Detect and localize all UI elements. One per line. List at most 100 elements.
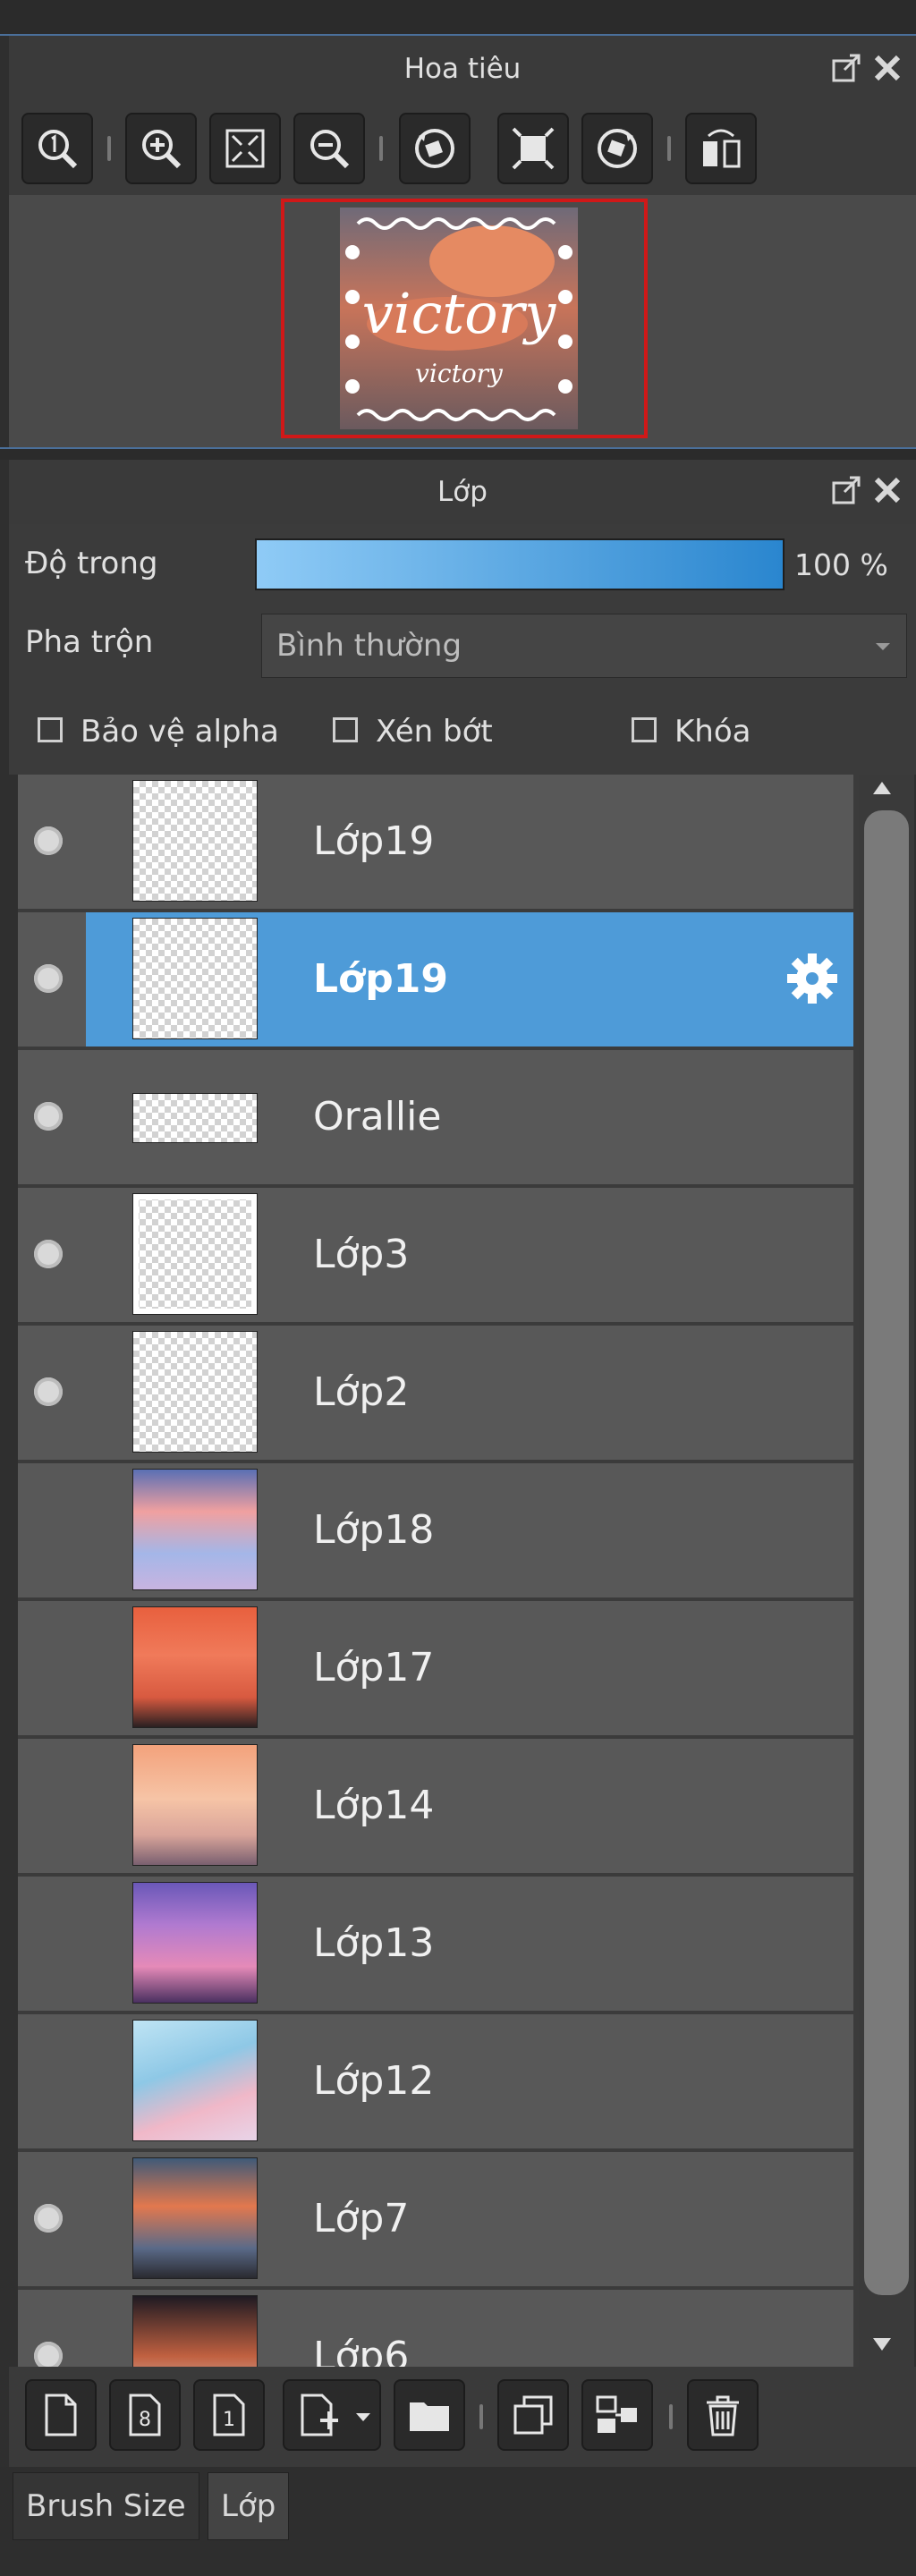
- visibility-eye-icon[interactable]: [34, 2204, 63, 2233]
- zoom-actual-button[interactable]: [21, 113, 93, 184]
- checkbox-box[interactable]: [333, 717, 358, 742]
- delete-layer-button[interactable]: [687, 2379, 759, 2451]
- merge-down-icon: [596, 2395, 637, 2433]
- layer-row[interactable]: Lớp12: [18, 2014, 853, 2150]
- rotate-left-icon: [415, 129, 454, 168]
- new-8bit-layer-button[interactable]: 8: [109, 2379, 181, 2451]
- layer-name: Lớp18: [313, 1507, 435, 1553]
- canvas-title-text: victory: [362, 281, 556, 346]
- layer-thumbnail: [132, 1882, 258, 2004]
- navigator-header: Hoa tiêu: [9, 36, 916, 103]
- layer-thumbnail: [132, 2295, 258, 2367]
- fit-window-button[interactable]: [209, 113, 281, 184]
- zoom-in-button[interactable]: [125, 113, 197, 184]
- layer-name: Lớp7: [313, 2196, 410, 2241]
- close-panel-icon[interactable]: [869, 472, 905, 508]
- zoom-out-button[interactable]: [293, 113, 365, 184]
- layer-thumbnail: [132, 1331, 258, 1453]
- layer-name: Lớp12: [313, 2058, 435, 2104]
- toolbar-separator: [379, 136, 383, 161]
- new-layer-button[interactable]: [25, 2379, 97, 2451]
- blend-mode-value: Bình thường: [276, 628, 462, 664]
- layer-row[interactable]: Lớp3: [18, 1188, 853, 1324]
- visibility-eye-icon[interactable]: [34, 964, 63, 993]
- layer-thumbnail: [132, 1193, 258, 1315]
- scroll-up-arrow-icon[interactable]: [873, 782, 891, 794]
- chevron-down-icon: [876, 643, 890, 650]
- checkbox-box[interactable]: [38, 717, 63, 742]
- new-page-icon: [45, 2394, 77, 2436]
- opacity-label: Độ trong: [25, 546, 158, 581]
- layer-panel-header: Lớp: [9, 460, 916, 524]
- zoom-out-icon: [310, 130, 350, 169]
- layer-thumbnail: [132, 780, 258, 902]
- layer-settings-gear-icon[interactable]: [784, 950, 841, 1007]
- fit-window-icon: [225, 129, 265, 168]
- layer-row[interactable]: Lớp7: [18, 2152, 853, 2288]
- toolbar-separator: [479, 2404, 483, 2429]
- float-panel-icon[interactable]: [828, 50, 864, 86]
- new-folder-button[interactable]: [394, 2379, 465, 2451]
- layer-row[interactable]: Lớp13: [18, 1877, 853, 2012]
- add-layer-menu-button[interactable]: [283, 2379, 381, 2451]
- rotate-left-button[interactable]: [399, 113, 471, 184]
- flip-horizontal-icon: [703, 129, 741, 168]
- layer-row-selected[interactable]: Lớp19: [18, 912, 853, 1048]
- canvas-subtitle-text: victory: [415, 359, 504, 388]
- layer-thumbnail: [132, 1606, 258, 1728]
- toolbar-separator: [669, 2404, 673, 2429]
- layer-row[interactable]: Lớp18: [18, 1463, 853, 1599]
- protect-alpha-label: Bảo vệ alpha: [81, 714, 279, 750]
- 8bit-layer-icon: 8: [129, 2394, 161, 2436]
- canvas-thumbnail: victory victory: [340, 208, 578, 429]
- rotate-right-icon: [598, 129, 637, 168]
- scroll-down-arrow-icon[interactable]: [873, 2338, 891, 2351]
- layer-thumbnail: [132, 1093, 258, 1143]
- layer-controls: Độ trong 100 % Pha trộn Bình thường Bảo …: [9, 524, 916, 775]
- new-1bit-layer-button[interactable]: 1: [193, 2379, 265, 2451]
- layer-row[interactable]: Lớp19: [18, 775, 853, 911]
- layer-name: Lớp19: [313, 818, 435, 864]
- tab-brush-size[interactable]: Brush Size: [13, 2472, 199, 2540]
- zoom-actual-icon: [38, 130, 78, 169]
- layer-row[interactable]: Orallie: [18, 1050, 853, 1186]
- visibility-eye-icon[interactable]: [34, 826, 63, 855]
- layer-row[interactable]: Lớp14: [18, 1739, 853, 1875]
- layer-list: Lớp19 Lớp19 Orallie Lớp3 Lớp2 Lớp18 Lớp1…: [18, 775, 912, 2367]
- tab-layer[interactable]: Lớp: [208, 2472, 290, 2540]
- merge-down-button[interactable]: [581, 2379, 653, 2451]
- svg-text:8: 8: [139, 2409, 151, 2431]
- rotate-right-button[interactable]: [581, 113, 653, 184]
- navigator-toolbar: [9, 102, 916, 195]
- layer-thumbnail: [132, 1744, 258, 1866]
- reset-view-icon: [512, 127, 555, 170]
- visibility-eye-icon[interactable]: [34, 1377, 63, 1406]
- close-panel-icon[interactable]: [869, 50, 905, 86]
- visibility-eye-icon[interactable]: [34, 2342, 63, 2367]
- reset-view-button[interactable]: [497, 113, 569, 184]
- duplicate-layer-button[interactable]: [497, 2379, 569, 2451]
- toolbar-separator: [667, 136, 671, 161]
- opacity-slider[interactable]: [255, 538, 785, 590]
- float-panel-icon[interactable]: [828, 472, 864, 508]
- layer-list-scrollbar[interactable]: [859, 775, 914, 2367]
- layer-thumbnail: [132, 2157, 258, 2279]
- scrollbar-thumb[interactable]: [864, 810, 909, 2295]
- chevron-down-icon: [356, 2413, 370, 2421]
- layer-row[interactable]: Lớp17: [18, 1601, 853, 1737]
- visibility-eye-icon[interactable]: [34, 1102, 63, 1131]
- blend-mode-select[interactable]: Bình thường: [261, 614, 907, 678]
- svg-text:1: 1: [223, 2409, 235, 2431]
- navigator-view-rectangle[interactable]: victory victory: [281, 199, 648, 438]
- folder-icon: [410, 2402, 449, 2431]
- checkbox-box[interactable]: [632, 717, 657, 742]
- layer-row[interactable]: Lớp6: [18, 2290, 853, 2367]
- navigator-preview[interactable]: victory victory: [9, 195, 916, 447]
- layer-row[interactable]: Lớp2: [18, 1326, 853, 1462]
- toolbar-separator: [107, 136, 111, 161]
- zoom-in-icon: [142, 130, 182, 169]
- layer-name: Lớp2: [313, 1369, 410, 1415]
- flip-horizontal-button[interactable]: [685, 113, 757, 184]
- layer-name: Orallie: [313, 1094, 442, 1140]
- visibility-eye-icon[interactable]: [34, 1240, 63, 1268]
